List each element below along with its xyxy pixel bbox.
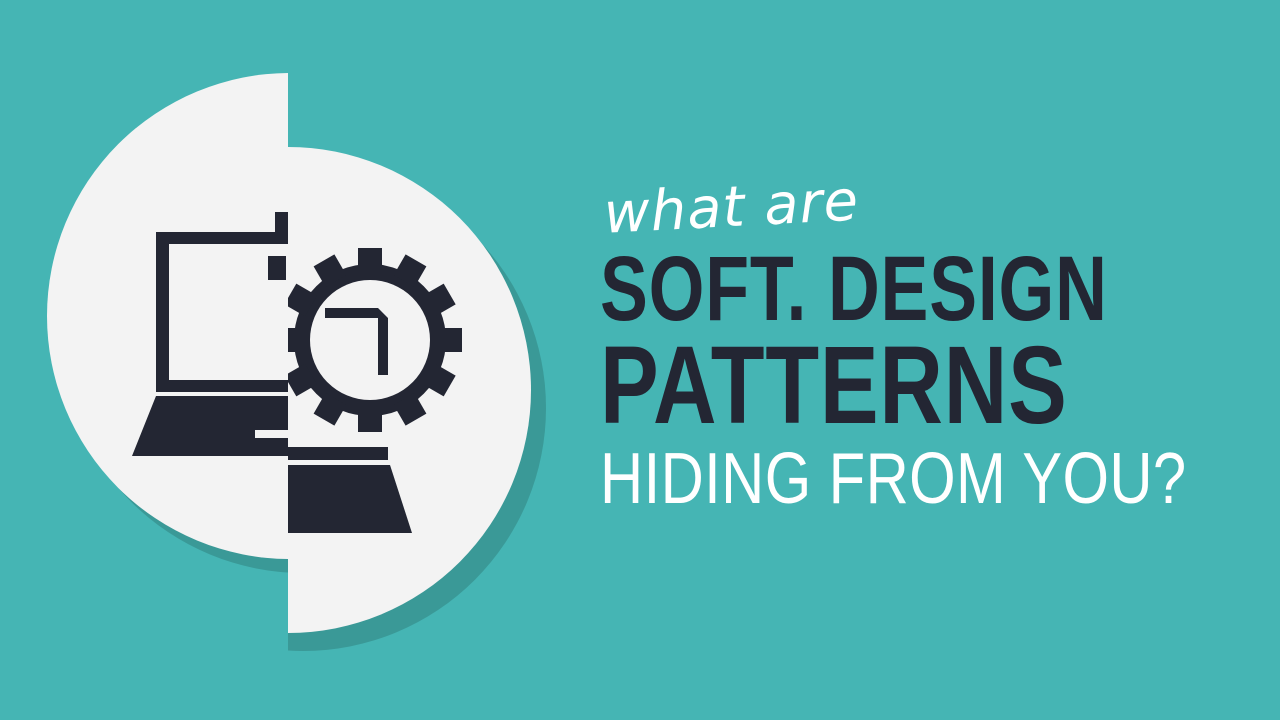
headline-line-soft-design: SOFT. DESIGN [600,238,1108,340]
headline-line-hiding-from-you: HIDING FROM YOU? [600,439,1187,519]
headline: what are SOFT. DESIGN PATTERNS HIDING FR… [600,168,1240,520]
split-circle [47,73,531,633]
thumbnail: what are SOFT. DESIGN PATTERNS HIDING FR… [0,0,1280,720]
headline-line-patterns: PATTERNS [600,324,1068,447]
